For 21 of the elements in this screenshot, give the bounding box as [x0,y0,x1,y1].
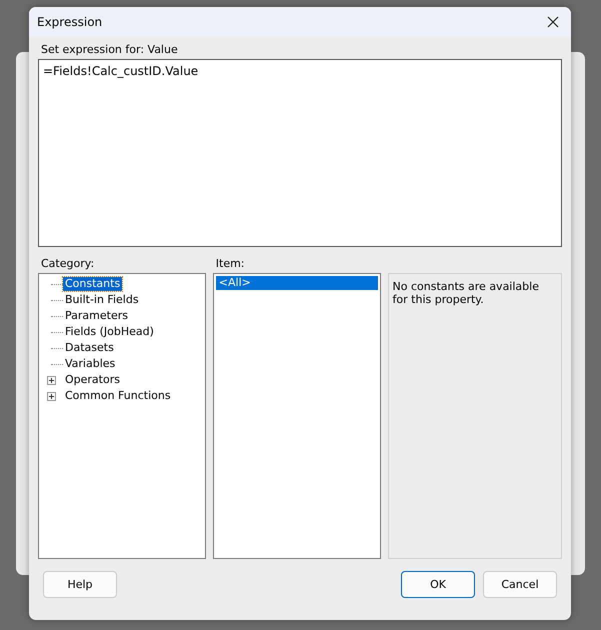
tree-item[interactable]: Built-in Fields [63,293,141,307]
item-label: Item: [214,257,246,272]
tree-item[interactable]: Parameters [63,309,130,323]
expand-icon[interactable] [47,392,56,400]
window-title: Expression [37,15,102,29]
expression-label: Set expression for: Value [40,43,179,58]
expression-field[interactable]: =Fields!Calc_custID.Value [38,59,562,247]
ok-button[interactable]: OK [401,571,475,598]
list-item[interactable]: <All> [216,276,378,290]
tree-item[interactable]: Datasets [63,341,116,355]
description-text: No constants are available for this property. [392,280,540,306]
tree-item[interactable]: Fields (JobHead) [63,325,156,339]
tree-item[interactable]: Variables [63,357,118,371]
tree-item[interactable]: Operators [63,373,122,387]
cancel-button[interactable]: Cancel [483,571,557,598]
tree-item[interactable]: Common Functions [63,389,173,403]
category-label: Category: [40,257,96,272]
close-icon[interactable] [547,16,559,28]
tree-item[interactable]: Constants [63,277,122,291]
expand-icon[interactable] [47,376,56,384]
help-button[interactable]: Help [43,571,117,598]
